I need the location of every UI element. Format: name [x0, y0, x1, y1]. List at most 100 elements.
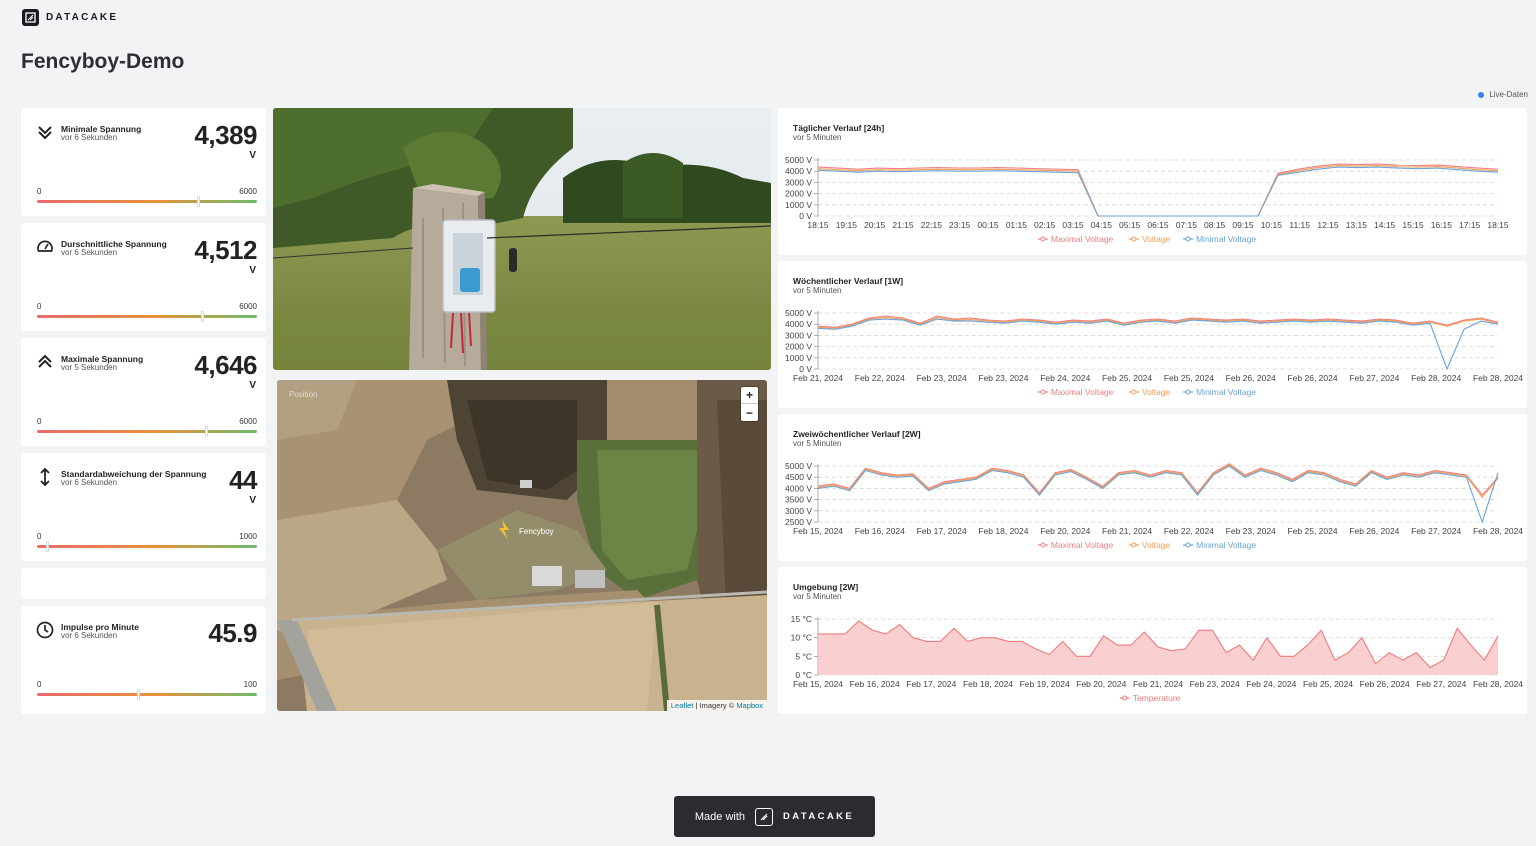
- satellite-map[interactable]: Position Fencyboy + − Leaflet | Imagery …: [277, 380, 767, 711]
- chevrons-down-icon: [38, 126, 52, 140]
- y-tick-label: 2000 V: [785, 342, 812, 352]
- x-tick-label: Feb 25, 2024: [1164, 373, 1214, 383]
- leaflet-link[interactable]: Leaflet: [671, 701, 694, 710]
- gauge-bar: [37, 315, 257, 318]
- x-tick-label: 20:15: [864, 220, 886, 230]
- x-tick-label: 02:15: [1034, 220, 1056, 230]
- x-tick-label: Feb 25, 2024: [1303, 679, 1353, 689]
- legend-label: Voltage: [1142, 234, 1171, 244]
- x-tick-label: 08:15: [1204, 220, 1226, 230]
- gauge-min-label: 0: [37, 417, 42, 426]
- y-tick-label: 3000 V: [785, 506, 812, 516]
- satellite-imagery-image[interactable]: [277, 380, 767, 711]
- fence-post-photo-image: [273, 108, 771, 370]
- biweekly-voltage-chart[interactable]: 5000 V4500 V4000 V3500 V3000 V2500 VFeb …: [778, 414, 1527, 561]
- chart-card-biweekly: Zweiwöchentlicher Verlauf [2W] vor 5 Min…: [778, 414, 1527, 561]
- temperature-chart[interactable]: 15 °C10 °C5 °C0 °CFeb 15, 2024 Feb 16, 20…: [778, 567, 1527, 714]
- x-tick-label: 18:15: [1487, 220, 1509, 230]
- made-with-badge[interactable]: Made with DATACAKE: [674, 796, 875, 837]
- x-tick-label: 23:15: [949, 220, 971, 230]
- legend-marker: [1131, 389, 1137, 395]
- x-tick-label: Feb 18, 2024: [978, 526, 1028, 536]
- gauge-min-label: 0: [37, 187, 42, 196]
- y-tick-label: 10 °C: [791, 633, 812, 643]
- y-tick-label: 4000 V: [785, 319, 812, 329]
- x-tick-label: Feb 23, 2024: [917, 373, 967, 383]
- page-title: Fencyboy-Demo: [21, 50, 185, 73]
- kpi-card-avg-voltage: Durschnittliche Spannung vor 6 Sekunden …: [21, 223, 266, 331]
- kpi-value: 45.9: [208, 618, 257, 648]
- kpi-card-stddev-voltage: Standardabweichung der Spannung vor 6 Se…: [21, 453, 266, 561]
- y-tick-label: 4500 V: [785, 472, 812, 482]
- x-tick-label: Feb 18, 2024: [963, 679, 1013, 689]
- x-tick-label: Feb 15, 2024: [793, 526, 843, 536]
- kpi-card-min-voltage: Minimale Spannung vor 6 Sekunden 4,389 V…: [21, 108, 266, 216]
- series-line-2: [817, 318, 1499, 371]
- attribution-text: | Imagery ©: [693, 701, 737, 710]
- brand-bar[interactable]: DATACAKE: [22, 9, 118, 26]
- chevrons-up-icon: [38, 354, 52, 368]
- kpi-unit: V: [249, 150, 256, 161]
- map-zoom-control[interactable]: + −: [741, 387, 758, 421]
- weekly-voltage-chart[interactable]: 5000 V4000 V3000 V2000 V1000 V0 VFeb 21,…: [778, 261, 1527, 408]
- x-tick-label: Feb 24, 2024: [1246, 679, 1296, 689]
- x-tick-label: Feb 17, 2024: [906, 679, 956, 689]
- kpi-value: 4,512: [194, 235, 257, 265]
- y-tick-label: 4000 V: [785, 166, 812, 176]
- kpi-value: 4,389: [194, 120, 257, 150]
- x-tick-label: 18:15: [807, 220, 829, 230]
- series-line-0: [817, 463, 1499, 496]
- legend-marker: [1040, 389, 1046, 395]
- x-tick-label: Feb 15, 2024: [793, 679, 843, 689]
- legend-marker: [1185, 236, 1191, 242]
- legend-marker: [1040, 236, 1046, 242]
- empty-widget: [21, 568, 266, 599]
- zoom-out-button[interactable]: −: [741, 404, 758, 421]
- x-tick-label: 01:15: [1006, 220, 1028, 230]
- chart-card-environment: Umgebung [2W] vor 5 Minuten 15 °C 10 °C 5 …: [778, 567, 1527, 714]
- x-tick-label: Feb 22, 2024: [1164, 526, 1214, 536]
- x-tick-label: 15:15: [1402, 220, 1424, 230]
- map-marker-label[interactable]: Fencyboy: [519, 527, 554, 536]
- x-tick-label: 10:15: [1261, 220, 1283, 230]
- x-tick-label: 00:15: [977, 220, 999, 230]
- x-tick-label: Feb 28, 2024: [1411, 373, 1461, 383]
- mapbox-link[interactable]: Mapbox: [736, 701, 763, 710]
- x-tick-label: 14:15: [1374, 220, 1396, 230]
- x-tick-label: Feb 28, 2024: [1473, 526, 1523, 536]
- x-tick-label: 13:15: [1346, 220, 1368, 230]
- x-tick-label: Feb 25, 2024: [1102, 373, 1152, 383]
- x-tick-label: Feb 21, 2024: [793, 373, 843, 383]
- y-tick-label: 5000 V: [785, 308, 812, 318]
- x-tick-label: 05:15: [1119, 220, 1141, 230]
- kpi-timestamp: vor 6 Sekunden: [61, 133, 118, 142]
- x-tick-label: Feb 20, 2024: [1040, 526, 1090, 536]
- gauge-bar: [37, 693, 257, 696]
- daily-voltage-chart[interactable]: 5000 V4000 V3000 V2000 V1000 V0 V18:15 19…: [778, 108, 1527, 255]
- live-dot-icon: [1478, 91, 1485, 98]
- gauge-max-label: 6000: [239, 187, 257, 196]
- y-tick-label: 15 °C: [791, 614, 812, 624]
- legend-label: Voltage: [1142, 540, 1171, 550]
- x-tick-label: Feb 21, 2024: [1102, 526, 1152, 536]
- gauge-marker: [196, 196, 200, 207]
- datacake-badge-logo-icon: [755, 807, 774, 826]
- series-area-0: [818, 620, 1498, 675]
- x-tick-label: Feb 26, 2024: [1360, 679, 1410, 689]
- kpi-unit: V: [249, 495, 256, 506]
- legend-label: Maximal Voltage: [1051, 540, 1114, 550]
- zoom-in-button[interactable]: +: [741, 387, 758, 404]
- x-tick-label: 19:15: [836, 220, 858, 230]
- legend-marker: [1131, 542, 1137, 548]
- x-tick-label: 11:15: [1289, 220, 1310, 230]
- chart-card-daily: Täglicher Verlauf [24h] vor 5 Minuten 50…: [778, 108, 1527, 255]
- x-tick-label: Feb 28, 2024: [1473, 373, 1523, 383]
- y-tick-label: 1000 V: [785, 353, 812, 363]
- x-tick-label: 17:15: [1459, 220, 1481, 230]
- kpi-timestamp: vor 6 Sekunden: [61, 631, 118, 640]
- kpi-timestamp: vor 6 Sekunden: [61, 248, 118, 257]
- x-tick-label: 21:15: [892, 220, 914, 230]
- brand-name: DATACAKE: [46, 12, 119, 23]
- x-tick-label: Feb 21, 2024: [1133, 679, 1183, 689]
- kpi-timestamp: vor 5 Sekunden: [61, 363, 118, 372]
